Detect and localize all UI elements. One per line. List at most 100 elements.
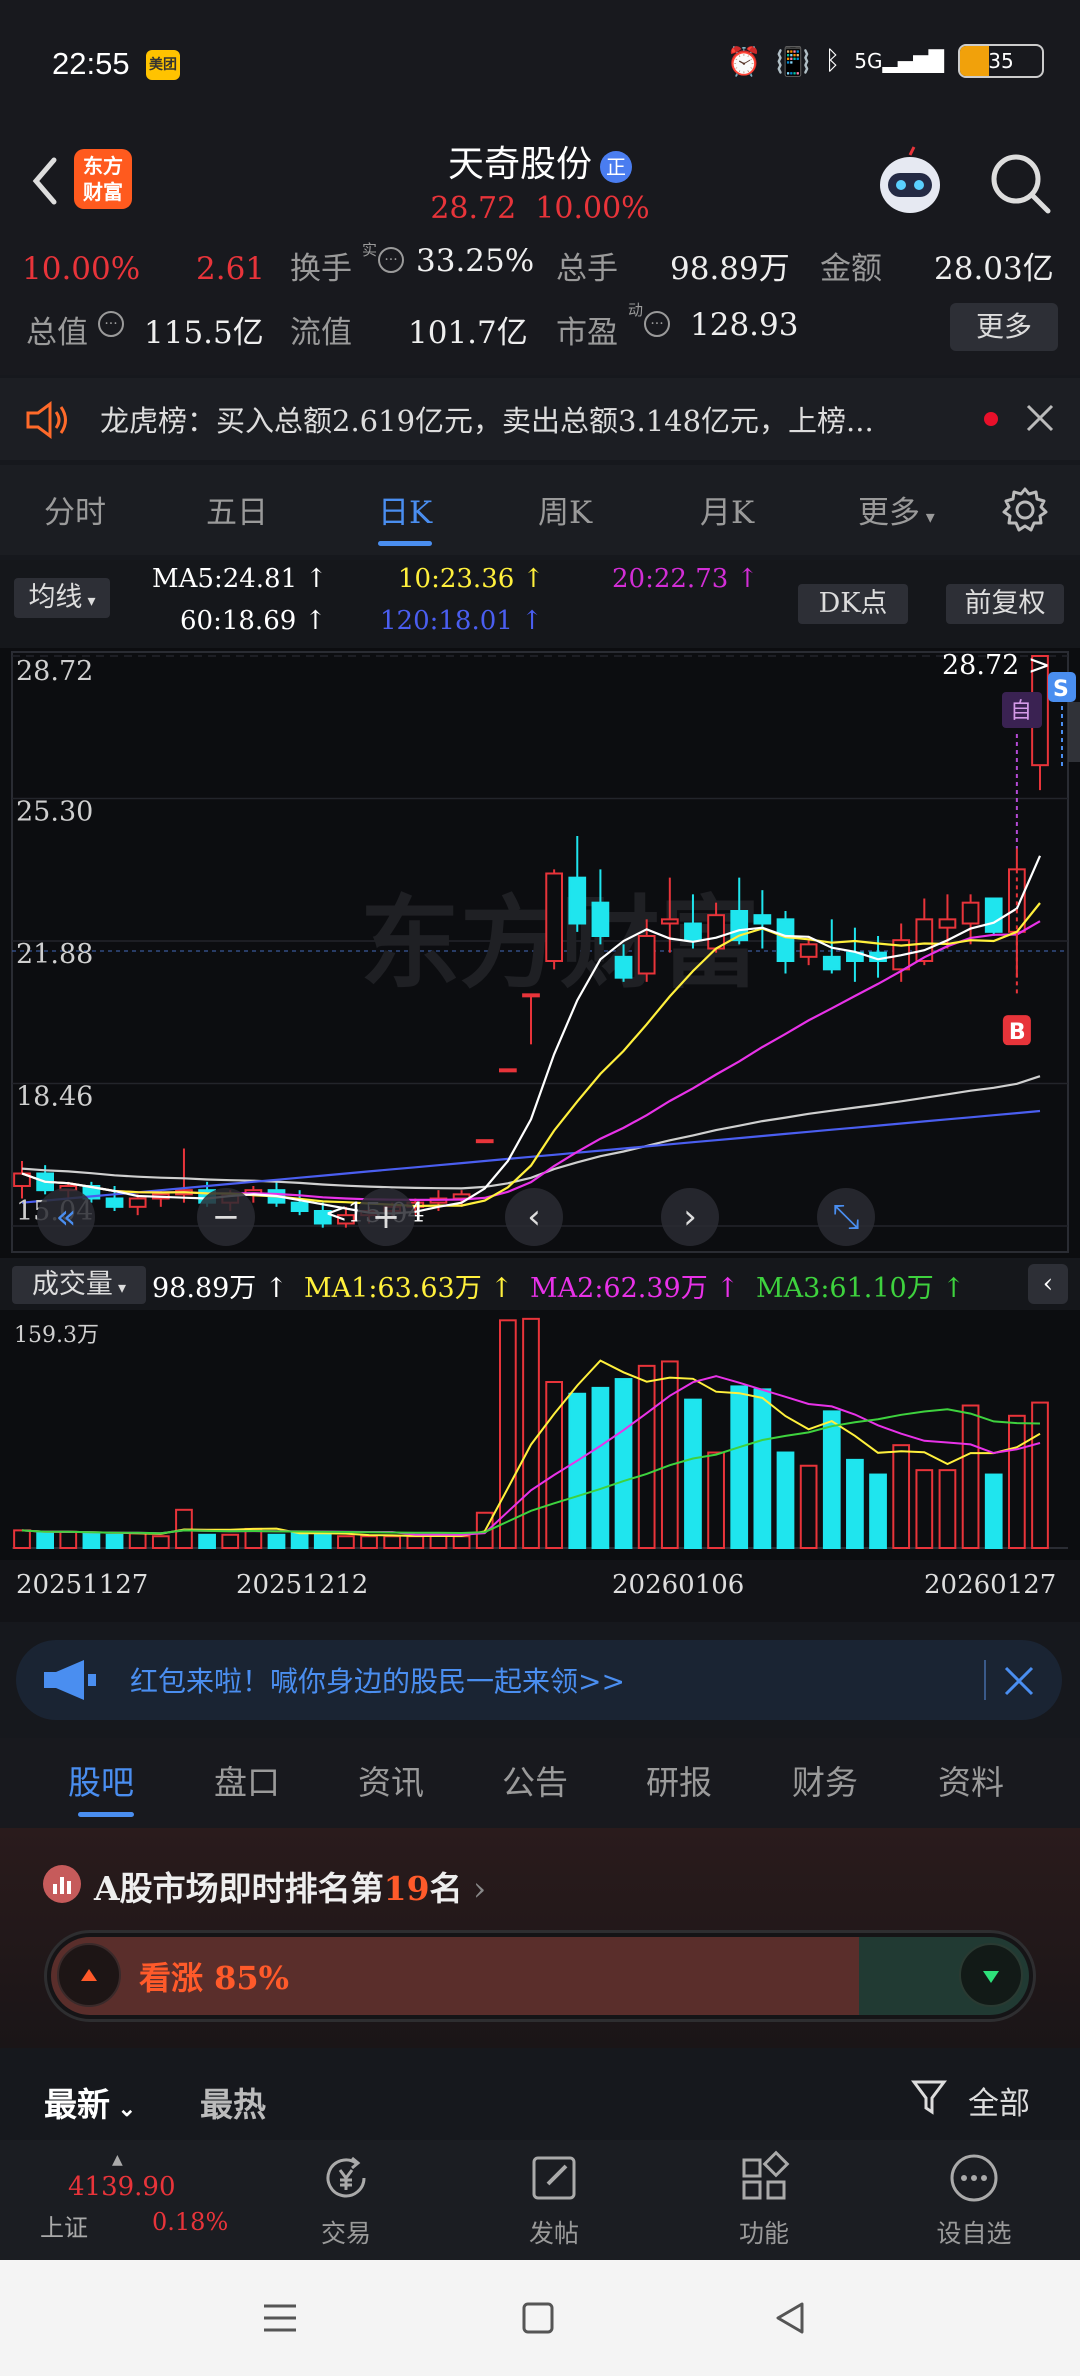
- volume-bar[interactable]: [452, 1535, 471, 1549]
- home-icon[interactable]: [520, 2300, 556, 2336]
- ranking-link[interactable]: A股市场即时排名第19名 ›: [94, 1862, 486, 1910]
- volume-bar[interactable]: [13, 1529, 31, 1549]
- volume-bar[interactable]: [313, 1533, 332, 1550]
- candle[interactable]: [799, 943, 818, 958]
- search-icon[interactable]: [986, 149, 1056, 219]
- volume-indicator-select[interactable]: 成交量 ▾: [12, 1266, 146, 1304]
- overlay-handle[interactable]: [1068, 702, 1080, 762]
- candle[interactable]: [660, 918, 679, 925]
- volume-bar[interactable]: [776, 1451, 795, 1549]
- candle[interactable]: [938, 918, 957, 929]
- close-icon[interactable]: [1002, 1664, 1036, 1698]
- volume-bar[interactable]: [869, 1473, 887, 1549]
- candle[interactable]: [707, 914, 725, 950]
- candle[interactable]: [568, 876, 587, 925]
- volume-bar[interactable]: [961, 1404, 980, 1549]
- candlestick-chart[interactable]: 东方财富 28.7225.3021.8818.4615.0428.72 ><15…: [0, 648, 1080, 1258]
- tab-news[interactable]: 资讯: [358, 1756, 424, 1804]
- volume-bar[interactable]: [198, 1533, 216, 1550]
- volume-bar[interactable]: [591, 1386, 610, 1549]
- dragon-tiger-notice[interactable]: 龙虎榜：买入总额2.619亿元，卖出总额3.148亿元，上榜...: [0, 378, 1080, 460]
- volume-bar[interactable]: [822, 1410, 841, 1549]
- sentiment-bar[interactable]: 看涨 85%: [44, 1930, 1036, 2022]
- back-icon[interactable]: [772, 2300, 808, 2336]
- volume-bar[interactable]: [568, 1392, 587, 1549]
- filter-all[interactable]: 全部: [968, 2078, 1030, 2123]
- volume-bar[interactable]: [105, 1533, 124, 1550]
- settings-gear-icon[interactable]: [1000, 485, 1050, 535]
- volume-bar[interactable]: [498, 1319, 517, 1549]
- index-ticker[interactable]: 4139.90 上证 0.18% ▲: [20, 2152, 240, 2252]
- tab-weekly-k[interactable]: 周K: [538, 487, 592, 532]
- candle[interactable]: [290, 1201, 309, 1213]
- tab-intraday[interactable]: 分时: [44, 487, 106, 532]
- volume-bar[interactable]: [614, 1378, 633, 1550]
- volume-chart[interactable]: 159.3万: [0, 1310, 1080, 1560]
- candle[interactable]: [822, 955, 841, 971]
- tab-five-day[interactable]: 五日: [206, 487, 268, 532]
- volume-bar[interactable]: [337, 1535, 355, 1549]
- candle[interactable]: [498, 1068, 517, 1073]
- volume-bar[interactable]: [221, 1533, 240, 1550]
- tab-pankou[interactable]: 盘口: [214, 1756, 280, 1804]
- candle[interactable]: [522, 993, 540, 998]
- candle[interactable]: [452, 1193, 471, 1200]
- candle[interactable]: [753, 914, 772, 925]
- indicator-select[interactable]: 均线 ▾: [14, 578, 110, 618]
- bullish-button[interactable]: [57, 1943, 121, 2007]
- volume-bar[interactable]: [36, 1532, 55, 1549]
- volume-bar[interactable]: [707, 1451, 725, 1549]
- volume-bar[interactable]: [383, 1535, 402, 1549]
- candle[interactable]: [637, 935, 656, 975]
- volume-bar[interactable]: [1007, 1414, 1026, 1549]
- candle[interactable]: [545, 872, 564, 962]
- tab-research[interactable]: 研报: [646, 1756, 712, 1804]
- volume-bar[interactable]: [267, 1533, 286, 1550]
- volume-bar[interactable]: [59, 1530, 78, 1550]
- tab-finance[interactable]: 财务: [792, 1756, 858, 1804]
- candle[interactable]: [591, 901, 610, 938]
- volume-bar[interactable]: [660, 1360, 679, 1549]
- volume-bar[interactable]: [753, 1388, 772, 1550]
- close-icon[interactable]: [1024, 402, 1056, 434]
- sort-hottest[interactable]: 最热: [200, 2078, 266, 2126]
- volume-bar[interactable]: [360, 1535, 378, 1549]
- robot-assistant-icon[interactable]: [870, 143, 950, 223]
- info-icon[interactable]: ···: [378, 247, 404, 273]
- candle[interactable]: [684, 922, 702, 942]
- nav-trade[interactable]: 交易: [286, 2150, 406, 2250]
- info-icon[interactable]: ···: [98, 311, 124, 337]
- candle[interactable]: [614, 955, 633, 979]
- more-button[interactable]: 更多: [950, 303, 1058, 351]
- tab-monthly-k[interactable]: 月K: [700, 487, 754, 532]
- candle[interactable]: [776, 918, 795, 963]
- adjust-button[interactable]: 前复权: [946, 584, 1064, 624]
- volume-bar[interactable]: [938, 1469, 957, 1549]
- sort-newest[interactable]: 最新 ⌄: [44, 2078, 136, 2126]
- volume-bar[interactable]: [151, 1535, 170, 1549]
- candle[interactable]: [105, 1197, 124, 1208]
- dk-point-button[interactable]: DK点: [798, 584, 908, 624]
- bearish-button[interactable]: [959, 1943, 1023, 2007]
- candle[interactable]: [984, 897, 1003, 933]
- volume-bar[interactable]: [799, 1464, 818, 1549]
- tab-announcement[interactable]: 公告: [502, 1756, 568, 1804]
- menu-icon[interactable]: [262, 2300, 298, 2336]
- tab-profile[interactable]: 资料: [938, 1756, 1004, 1804]
- volume-bar[interactable]: [82, 1532, 101, 1549]
- nav-add-watchlist[interactable]: 设自选: [914, 2150, 1034, 2250]
- candle[interactable]: [475, 1139, 494, 1144]
- nav-post[interactable]: 发帖: [494, 2150, 614, 2250]
- volume-bar[interactable]: [406, 1535, 425, 1549]
- info-icon[interactable]: ···: [644, 311, 670, 337]
- candle[interactable]: [128, 1197, 147, 1208]
- volume-bar[interactable]: [984, 1473, 1003, 1549]
- nav-functions[interactable]: 功能: [704, 2150, 824, 2250]
- volume-bar[interactable]: [892, 1444, 911, 1549]
- volume-bar[interactable]: [684, 1398, 702, 1550]
- volume-bar[interactable]: [637, 1364, 656, 1550]
- collapse-icon[interactable]: ‹: [1028, 1264, 1068, 1304]
- tab-more[interactable]: 更多 ▾: [858, 487, 935, 532]
- volume-bar[interactable]: [846, 1458, 864, 1549]
- volume-bar[interactable]: [915, 1469, 934, 1549]
